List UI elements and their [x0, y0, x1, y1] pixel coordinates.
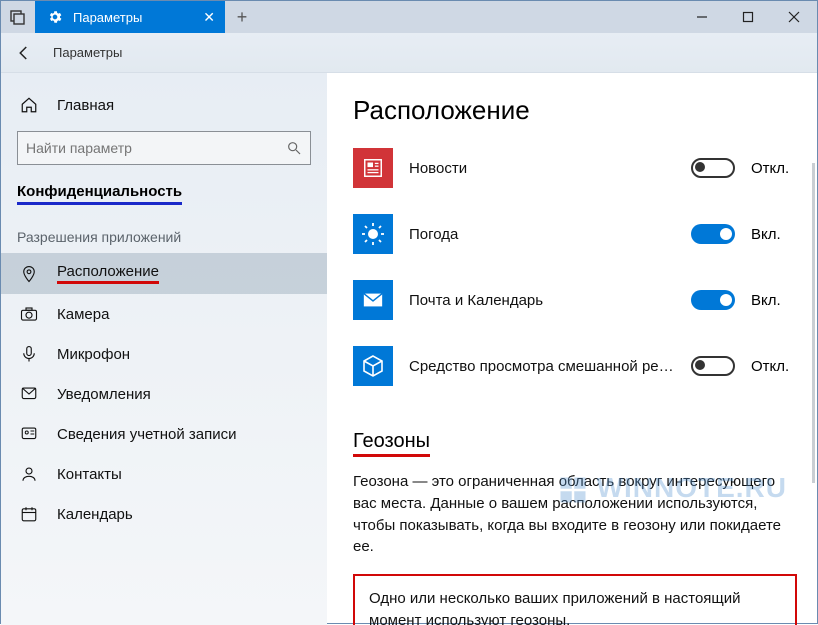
app-name: Средство просмотра смешанной реальн...	[409, 358, 675, 375]
camera-icon	[19, 304, 39, 324]
maximize-button[interactable]	[725, 1, 771, 33]
toggle-state-label: Откл.	[751, 358, 797, 375]
home-icon	[19, 95, 39, 115]
account-icon	[19, 424, 39, 444]
gear-icon	[47, 9, 63, 25]
sidebar-item-label: Расположение	[57, 263, 159, 284]
search-field[interactable]	[26, 140, 286, 156]
sidebar-item-account-info[interactable]: Сведения учетной записи	[1, 414, 327, 454]
sidebar-section-label: Разрешения приложений	[1, 209, 327, 253]
app-name: Новости	[409, 160, 675, 177]
weather-icon	[353, 214, 393, 254]
contacts-icon	[19, 464, 39, 484]
toggle-switch[interactable]	[691, 224, 735, 244]
app-name: Погода	[409, 226, 675, 243]
search-input[interactable]	[17, 131, 311, 165]
sidebar-item-label: Календарь	[57, 506, 133, 523]
task-view-icon[interactable]	[1, 1, 35, 33]
sidebar-item-location[interactable]: Расположение	[1, 253, 327, 294]
tab-label: Параметры	[73, 10, 142, 25]
sidebar-item-label: Камера	[57, 306, 109, 323]
close-window-button[interactable]	[771, 1, 817, 33]
sidebar-item-microphone[interactable]: Микрофон	[1, 334, 327, 374]
titlebar: Параметры ✕ +	[1, 1, 817, 33]
back-button[interactable]	[15, 44, 33, 62]
minimize-button[interactable]	[679, 1, 725, 33]
bell-icon	[19, 384, 39, 404]
window-controls	[679, 1, 817, 33]
app-row: Почта и Календарь Вкл.	[353, 280, 797, 320]
breadcrumb-title: Параметры	[53, 45, 122, 60]
sidebar-item-label: Уведомления	[57, 386, 151, 403]
sidebar-category: Конфиденциальность	[1, 179, 327, 209]
page-title: Расположение	[353, 95, 797, 126]
calendar-icon	[19, 504, 39, 524]
mail-icon	[353, 280, 393, 320]
search-icon	[286, 140, 302, 156]
geofence-active-notice: Одно или несколько ваших приложений в на…	[353, 574, 797, 625]
toggle-switch[interactable]	[691, 158, 735, 178]
new-tab-button[interactable]: +	[225, 1, 259, 33]
sidebar-home-label: Главная	[57, 97, 114, 114]
tab-strip: Параметры ✕ +	[1, 1, 259, 33]
sidebar: Главная Конфиденциальность Разрешения пр…	[1, 73, 327, 625]
app-row: Средство просмотра смешанной реальн... О…	[353, 346, 797, 386]
sidebar-item-contacts[interactable]: Контакты	[1, 454, 327, 494]
sidebar-item-label: Контакты	[57, 466, 122, 483]
content-pane: Расположение Новости Откл. Погода Вкл. П…	[327, 73, 817, 625]
toggle-state-label: Откл.	[751, 160, 797, 177]
sidebar-home[interactable]: Главная	[1, 85, 327, 125]
scrollbar[interactable]	[812, 163, 815, 483]
sidebar-item-calendar[interactable]: Календарь	[1, 494, 327, 534]
news-icon	[353, 148, 393, 188]
sidebar-item-label: Сведения учетной записи	[57, 426, 237, 443]
toggle-switch[interactable]	[691, 356, 735, 376]
toggle-state-label: Вкл.	[751, 226, 797, 243]
sidebar-item-notifications[interactable]: Уведомления	[1, 374, 327, 414]
toggle-switch[interactable]	[691, 290, 735, 310]
app-name: Почта и Календарь	[409, 292, 675, 309]
app-row: Погода Вкл.	[353, 214, 797, 254]
microphone-icon	[19, 344, 39, 364]
toggle-state-label: Вкл.	[751, 292, 797, 309]
section-geofences: Геозоны	[353, 430, 430, 457]
app-row: Новости Откл.	[353, 148, 797, 188]
sidebar-item-label: Микрофон	[57, 346, 130, 363]
geofence-description: Геозона — это ограниченная область вокру…	[353, 471, 797, 558]
cube-icon	[353, 346, 393, 386]
close-tab-icon[interactable]: ✕	[203, 9, 215, 26]
breadcrumb-bar: Параметры	[1, 33, 817, 73]
tab-settings[interactable]: Параметры ✕	[35, 1, 225, 33]
location-icon	[19, 264, 39, 284]
category-label: Конфиденциальность	[17, 183, 182, 205]
sidebar-item-camera[interactable]: Камера	[1, 294, 327, 334]
